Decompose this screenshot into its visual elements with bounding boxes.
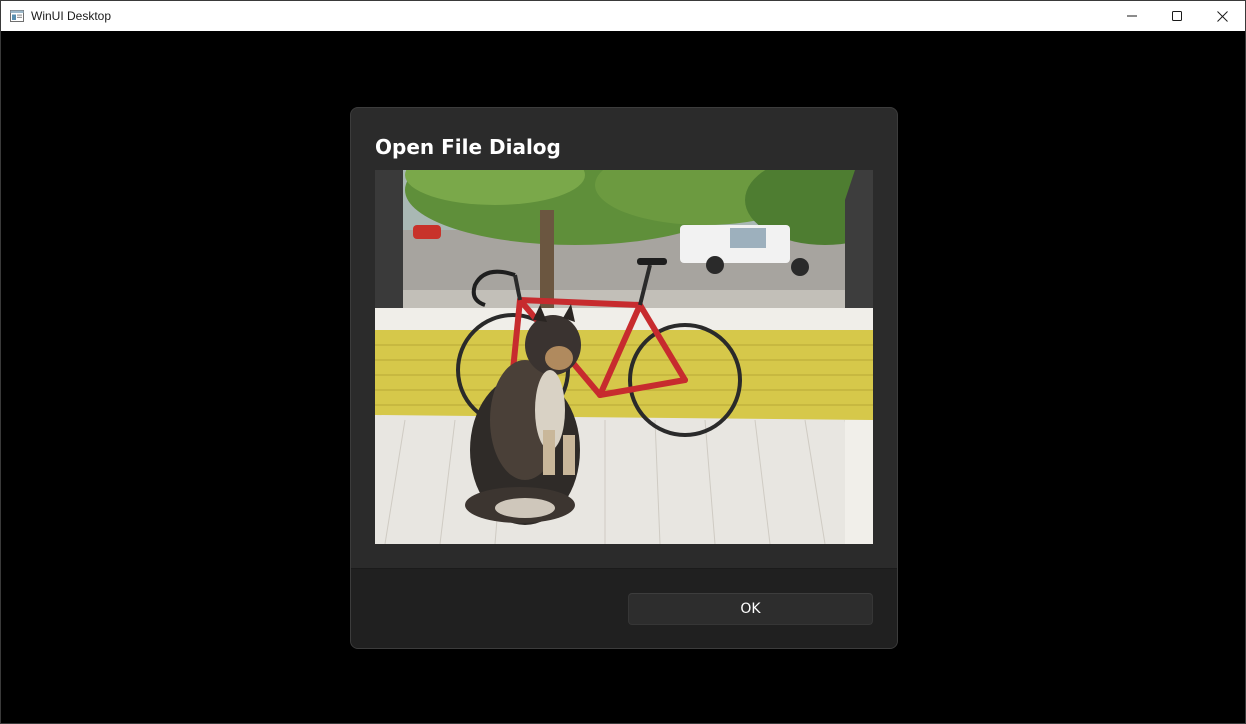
dialog-title: Open File Dialog [375, 135, 561, 159]
ok-button[interactable]: OK [628, 593, 873, 625]
app-window-icon [10, 9, 24, 22]
open-file-dialog: Open File Dialog OK [350, 107, 898, 649]
close-button[interactable] [1199, 1, 1245, 31]
maximize-icon [1172, 11, 1182, 21]
maximize-button[interactable] [1154, 1, 1200, 31]
window-title: WinUI Desktop [31, 9, 112, 23]
photo-illustration [375, 170, 873, 544]
title-bar[interactable]: WinUI Desktop [1, 1, 1245, 31]
dialog-photo [375, 170, 873, 544]
app-window: WinUI Desktop Open File Dialog OK [0, 0, 1246, 724]
close-icon [1216, 10, 1228, 22]
dialog-footer: OK [351, 568, 897, 648]
minimize-button[interactable] [1109, 1, 1155, 31]
minimize-icon [1127, 11, 1137, 21]
